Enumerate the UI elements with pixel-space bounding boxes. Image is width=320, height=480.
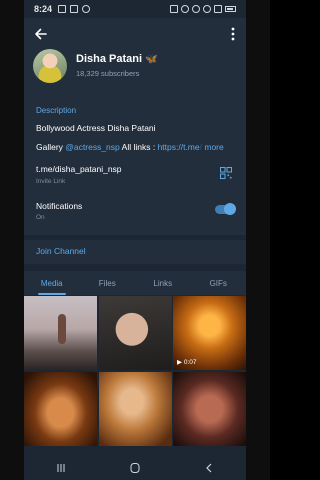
back-icon[interactable] [203, 463, 215, 473]
media-thumbnail[interactable] [173, 371, 246, 446]
notifications-label: Notifications [36, 201, 83, 211]
join-channel-row[interactable]: Join Channel [24, 240, 246, 264]
back-arrow-icon[interactable] [33, 26, 49, 42]
channel-name-text: Disha Patani [76, 53, 143, 65]
telegram-channel-profile: 8:24 Disha Patani 🦋 18,329 subscribers D… [24, 0, 246, 480]
media-thumbnail[interactable] [24, 296, 97, 370]
video-duration: ▶ 0:07 [177, 359, 197, 366]
more-options-icon[interactable] [228, 26, 238, 42]
gallery-handle-link[interactable]: @actress_nsp [65, 142, 119, 152]
notification-icons [58, 5, 91, 13]
android-nav-bar [24, 456, 246, 480]
alarm-icon [170, 5, 178, 13]
gallery-mid-text: All links : [119, 142, 158, 152]
all-links-url[interactable]: https://t.me [158, 142, 200, 152]
profile-header: Disha Patani 🦋 18,329 subscribers [24, 18, 246, 94]
gallery-prefix: Gallery [36, 142, 66, 152]
invite-link-label: Invite Link [36, 178, 66, 185]
all-links-url-fade: / [199, 142, 202, 152]
home-icon[interactable] [129, 463, 141, 473]
status-time: 8:24 [34, 4, 53, 14]
system-icons [170, 5, 236, 13]
tab-files[interactable]: Files [80, 271, 136, 295]
video-thumbnail[interactable]: ▶ 0:07 [173, 296, 246, 370]
video-duration-text: 0:07 [183, 359, 197, 366]
mute-icon [192, 5, 200, 13]
channel-bio: Bollywood Actress Disha Patani [36, 123, 156, 133]
media-grid: ▶ 0:07 [24, 296, 246, 456]
notifications-state: On [36, 214, 45, 221]
status-bar: 8:24 [24, 0, 246, 18]
channel-avatar[interactable] [33, 49, 67, 83]
channel-info-panel: Description Bollywood Actress Disha Pata… [24, 94, 246, 235]
gallery-icon [58, 5, 67, 13]
screen-frame: 8:24 Disha Patani 🦋 18,329 subscribers D… [0, 0, 270, 480]
tab-links[interactable]: Links [135, 271, 191, 295]
app-icon [82, 5, 91, 13]
butterfly-icon: 🦋 [145, 54, 158, 65]
mail-icon [70, 5, 79, 13]
gallery-line: Gallery @actress_nsp All links : https:/… [36, 142, 224, 152]
subscriber-count: 18,329 subscribers [76, 69, 140, 78]
media-thumbnail[interactable] [98, 296, 172, 370]
media-thumbnail[interactable] [24, 371, 97, 446]
notifications-toggle[interactable] [215, 203, 236, 215]
signal-icon [214, 5, 222, 13]
battery-icon [225, 6, 236, 12]
qr-code-icon[interactable] [220, 167, 232, 179]
recent-apps-icon[interactable] [55, 463, 67, 473]
description-heading: Description [36, 106, 77, 115]
invite-link[interactable]: t.me/disha_patani_nsp [36, 164, 122, 174]
tab-media[interactable]: Media [24, 271, 80, 295]
bluetooth-icon [181, 5, 189, 13]
media-thumbnail[interactable] [98, 371, 172, 446]
more-button[interactable]: more [204, 142, 223, 152]
join-channel-button[interactable]: Join Channel [36, 246, 86, 256]
shared-media-tabs: Media Files Links GIFs [24, 271, 246, 295]
tab-gifs[interactable]: GIFs [191, 271, 247, 295]
wifi-icon [203, 5, 211, 13]
channel-name: Disha Patani 🦋 [76, 53, 157, 65]
